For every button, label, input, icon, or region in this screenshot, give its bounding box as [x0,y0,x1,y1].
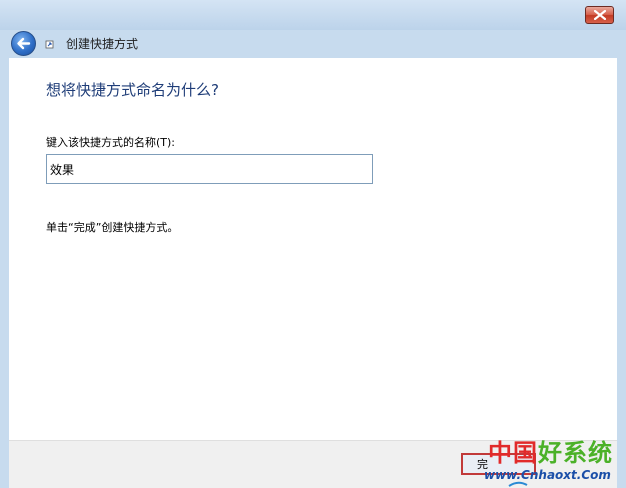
window-title: 创建快捷方式 [66,37,139,51]
close-icon [594,10,606,20]
back-button[interactable] [11,31,36,56]
shortcut-name-label: 键入该快捷方式的名称(T): [46,136,176,149]
watermark-url: www.Cnhaoxt.Com [484,468,611,482]
finish-hint-text: 单击“完成”创建快捷方式。 [46,221,179,234]
site-watermark: 中国好系统 www.Cnhaoxt.Com [470,438,626,488]
navigation-bar: 创建快捷方式 [0,30,626,58]
watermark-logo-text: 中国好系统 [488,439,613,467]
page-heading: 想将快捷方式命名为什么? [46,81,219,99]
wizard-content: 想将快捷方式命名为什么? 键入该快捷方式的名称(T): 单击“完成”创建快捷方式… [9,58,617,440]
back-arrow-icon [17,37,31,50]
shortcut-name-input[interactable] [46,154,373,184]
watermark-swoosh-icon [508,481,528,487]
title-bar [0,0,626,30]
shortcut-wizard-icon [45,40,54,49]
close-button[interactable] [585,6,614,24]
